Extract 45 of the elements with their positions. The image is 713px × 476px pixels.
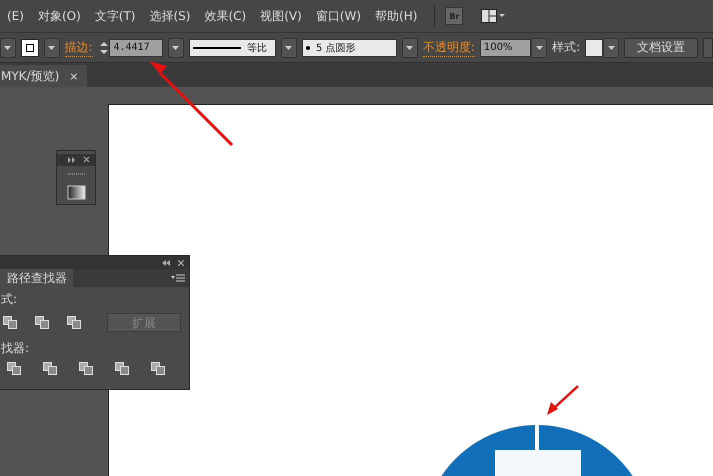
brush-dropdown[interactable] [402, 38, 418, 58]
document-setup-button[interactable]: 文档设置 [624, 38, 698, 58]
menu-item[interactable]: 选择(S) [142, 8, 198, 24]
stroke-weight-dropdown[interactable] [168, 38, 184, 58]
opacity-label[interactable]: 不透明度: [422, 38, 475, 56]
menu-item[interactable]: (E) [0, 9, 31, 23]
annotation-arrow [547, 385, 579, 415]
profile-dropdown[interactable] [281, 38, 297, 58]
collapse-icon[interactable] [162, 260, 170, 266]
stroke-weight-field[interactable]: 4.4417 [109, 38, 163, 56]
menu-item[interactable]: 视图(V) [253, 8, 309, 24]
line-icon [192, 46, 241, 48]
pathfinders-label: 找器: [1, 340, 30, 357]
style-swatch[interactable] [585, 38, 604, 56]
caret-icon [608, 46, 615, 50]
stroke-color-dropdown[interactable] [44, 38, 60, 58]
caret-icon [4, 46, 12, 50]
fill-dropdown[interactable] [0, 38, 16, 58]
brush-field[interactable]: 5 点圆形 [302, 38, 397, 56]
stroke-label[interactable]: 描边: [64, 38, 93, 56]
close-icon[interactable]: × [69, 70, 78, 82]
caret-icon [406, 46, 414, 50]
caret-icon [172, 46, 180, 50]
panel-tab[interactable]: 路径查找器 [0, 269, 73, 287]
caret-icon [536, 46, 543, 50]
layout-icon[interactable] [481, 9, 508, 23]
close-icon[interactable] [178, 260, 184, 266]
caret-icon [48, 46, 56, 50]
stroke-swatch[interactable] [20, 38, 39, 56]
opacity-dropdown[interactable] [531, 38, 548, 58]
document-tab-title: MYK/预览) [1, 68, 60, 84]
menu-item[interactable]: 帮助(H) [368, 8, 424, 24]
style-label: 样式: [552, 39, 580, 56]
menu-item[interactable]: 效果(C) [197, 8, 254, 24]
stroke-profile-field[interactable]: 等比 [188, 38, 276, 56]
caret-icon [285, 46, 292, 50]
menu-item[interactable]: 对象(O) [30, 8, 88, 24]
shape-modes-label: 式: [1, 291, 18, 308]
opacity-field[interactable]: 100% [480, 38, 532, 56]
menu-icon[interactable] [171, 274, 185, 282]
document-tab[interactable]: MYK/预览) × [0, 65, 86, 87]
dot-icon [306, 46, 310, 50]
menu-item[interactable]: 窗口(W) [308, 8, 368, 24]
menu-item[interactable]: 文字(T) [88, 8, 142, 24]
style-dropdown[interactable] [603, 38, 620, 58]
